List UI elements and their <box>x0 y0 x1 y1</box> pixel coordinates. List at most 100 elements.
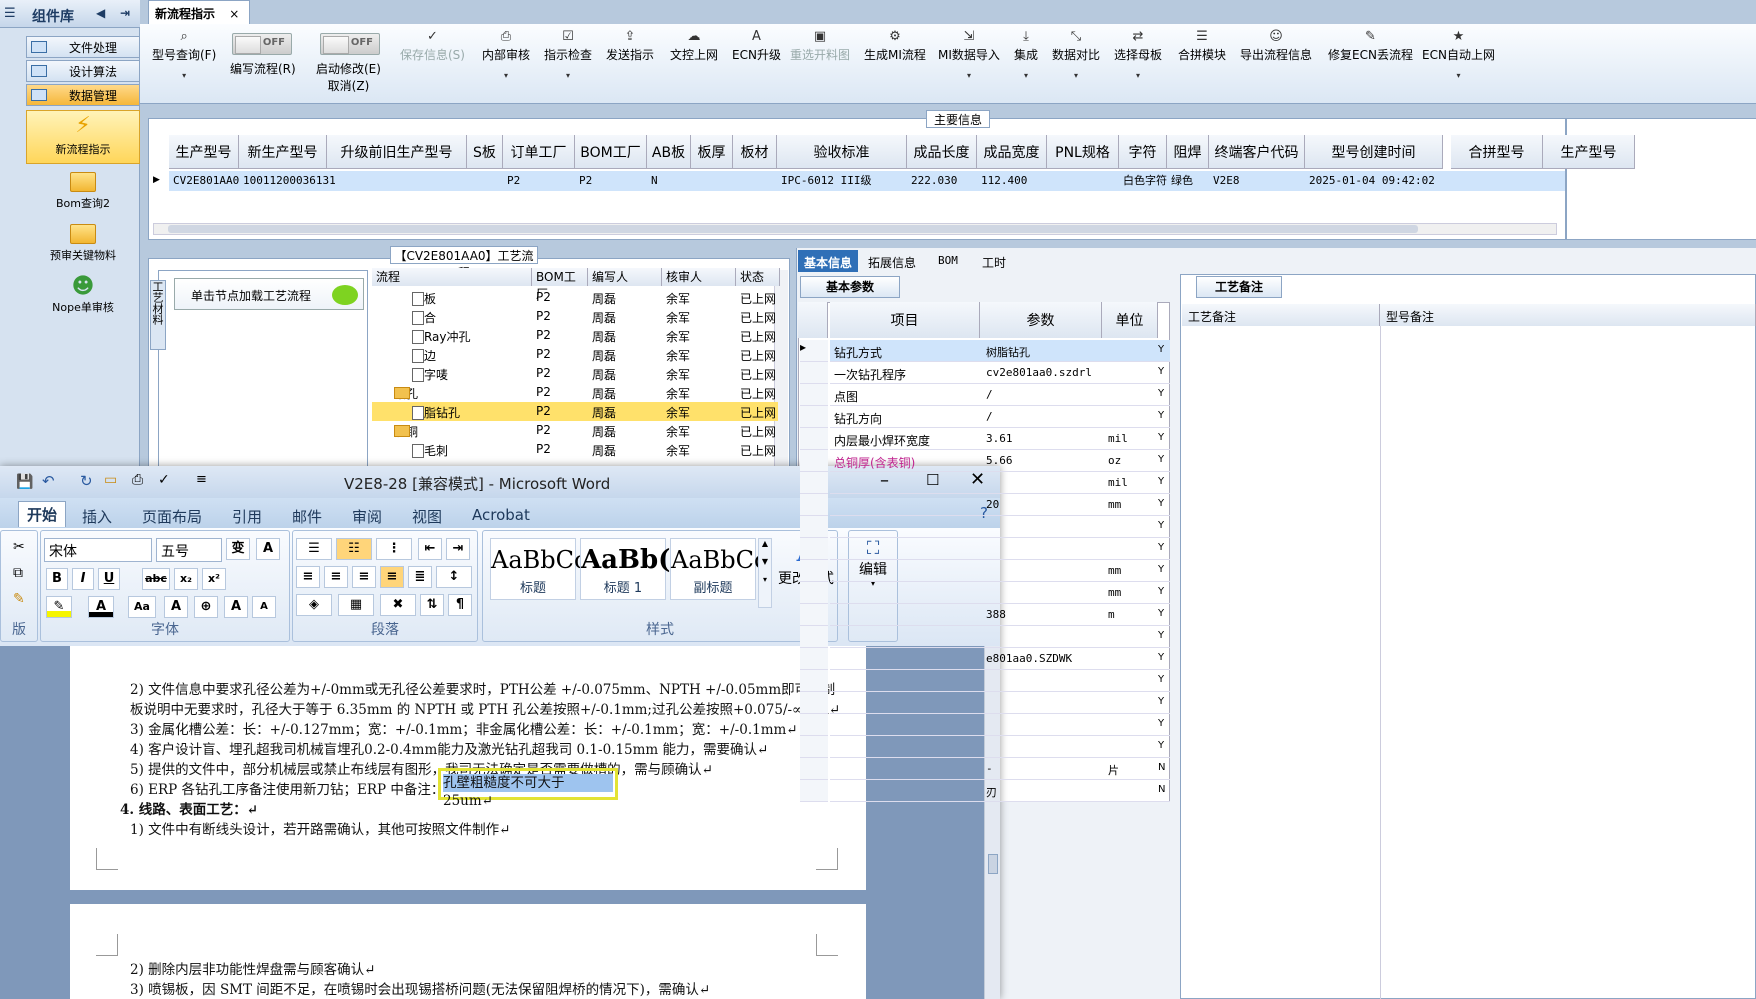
superscript-button[interactable]: x² <box>202 568 226 590</box>
table-cell[interactable] <box>691 171 733 191</box>
tab-hours[interactable]: 工时 <box>976 250 1012 272</box>
redo-icon[interactable]: ↻ <box>80 472 93 490</box>
side-vertical-tab[interactable]: 工艺材料 <box>150 280 166 350</box>
decrease-indent-icon[interactable]: ⇤ <box>418 538 442 560</box>
row-header-cell[interactable] <box>800 428 828 450</box>
chinese-layout-icon[interactable]: ✖ <box>380 594 416 616</box>
clear-format-icon[interactable]: A <box>256 538 280 560</box>
table-cell[interactable]: IPC-6012 III级 <box>777 171 907 191</box>
table-cell[interactable] <box>467 171 503 191</box>
style-title[interactable]: AaBbCc 标题 <box>490 538 587 600</box>
grow-font-icon[interactable]: A <box>224 596 248 618</box>
format-painter-icon[interactable]: ✎ <box>13 591 25 607</box>
column-header[interactable]: 型号创建时间 <box>1305 135 1443 169</box>
row-header-cell[interactable] <box>800 780 828 802</box>
row-header-cell[interactable] <box>800 450 828 472</box>
table-cell[interactable]: P2 <box>575 171 647 191</box>
library-item-new-flow[interactable]: ⚡ 新流程指示 <box>26 110 140 164</box>
save-icon[interactable]: 💾 <box>16 474 33 490</box>
column-header[interactable]: 合拼型号 <box>1451 135 1543 169</box>
tab-references[interactable]: 引用 <box>232 506 262 527</box>
tree-row[interactable]: 沉铜 P2 周磊 余军 已上网 <box>372 421 778 440</box>
tab-mailings[interactable]: 邮件 <box>292 506 322 527</box>
param-row[interactable]: mm Y <box>830 582 1170 604</box>
param-row[interactable]: e801aa0.SZDWK Y <box>830 648 1170 670</box>
column-header[interactable]: 订单工厂 <box>503 135 575 169</box>
style-subtitle[interactable]: AaBbCc 副标题 <box>670 538 767 600</box>
font-size-select[interactable]: 五号 <box>156 538 222 562</box>
borders-icon[interactable]: ▦ <box>338 594 374 616</box>
param-row[interactable]: 总铜厚(含表铜) 5.66 oz Y <box>830 450 1170 472</box>
param-row[interactable]: Y <box>830 516 1170 538</box>
row-header-cell[interactable] <box>800 538 828 560</box>
row-header-cell[interactable] <box>800 582 828 604</box>
param-row[interactable]: mm Y <box>830 560 1170 582</box>
table-cell[interactable] <box>733 171 777 191</box>
collapse-arrow-icon[interactable]: ◀ <box>96 6 105 20</box>
edit-flow-toggle[interactable]: OFF <box>232 33 292 55</box>
font-color-icon[interactable]: A <box>88 596 114 618</box>
tree-column-header[interactable]: 编写人 <box>588 268 662 286</box>
row-header-cell[interactable] <box>800 736 828 758</box>
table-cell[interactable] <box>1047 171 1119 191</box>
tree-row[interactable]: X-Ray冲孔 P2 周磊 余军 已上网 <box>372 326 778 345</box>
export-flow-info-button[interactable]: ☺ 导出流程信息 <box>1240 30 1312 63</box>
table-cell[interactable]: 2025-01-04 09:42:02 <box>1305 171 1443 191</box>
column-header[interactable]: 升级前旧生产型号 <box>327 135 467 169</box>
style-heading1[interactable]: AaBb(标题 1 <box>580 538 670 600</box>
italic-button[interactable]: I <box>72 568 94 590</box>
row-header-cell[interactable]: ▸ <box>800 340 828 362</box>
customize-qat-icon[interactable]: ≡ <box>196 472 207 487</box>
column-header[interactable]: 板厚 <box>691 135 733 169</box>
justify-icon[interactable]: ≡ <box>380 566 404 588</box>
ecn-upgrade-button[interactable]: A ECN升级 <box>732 30 781 63</box>
font-name-select[interactable]: 宋体 <box>44 538 152 562</box>
param-row[interactable]: 一次钻孔程序 cv2e801aa0.szdrl Y <box>830 362 1170 384</box>
column-header[interactable]: 成品长度 <box>907 135 977 169</box>
row-header-cell[interactable] <box>800 516 828 538</box>
table-cell[interactable]: 绿色 <box>1167 171 1209 191</box>
column-header[interactable]: 生产型号 <box>1543 135 1635 169</box>
scroll-thumb[interactable] <box>988 854 998 874</box>
mi-data-import-button[interactable]: ⇲ MI数据导入 ▾ <box>938 30 1000 81</box>
tab-page-layout[interactable]: 页面布局 <box>142 506 202 527</box>
tab-bom[interactable]: BOM <box>932 250 964 272</box>
highlight-color-icon[interactable]: ✎ <box>46 596 72 618</box>
tree-row[interactable]: 钻孔 P2 周磊 余军 已上网 <box>372 383 778 402</box>
row-header-cell[interactable] <box>800 560 828 582</box>
row-header-cell[interactable] <box>800 384 828 406</box>
column-header[interactable]: PNL规格 <box>1047 135 1119 169</box>
param-row[interactable]: 钻孔方式 树脂钻孔 Y <box>830 340 1170 362</box>
library-item-bom[interactable]: Bom查询2 <box>26 172 140 211</box>
library-btn-data[interactable]: 数据管理 <box>26 84 140 106</box>
column-header[interactable]: 生产型号 <box>169 135 239 169</box>
show-marks-icon[interactable]: ¶ <box>448 594 472 616</box>
param-row[interactable]: -片N <box>830 758 1170 780</box>
param-row[interactable]: 钻孔方向 / Y <box>830 406 1170 428</box>
table-cell[interactable] <box>327 171 467 191</box>
tree-column-header[interactable]: BOM工厂 <box>532 268 588 301</box>
style-gallery-scroll[interactable]: ▲ ▼ ▾ <box>758 538 772 608</box>
multilevel-list-icon[interactable]: ⋮ <box>376 538 412 560</box>
integrate-button[interactable]: ⤓ 集成 ▾ <box>1014 30 1038 81</box>
tree-column-header[interactable]: 流程 <box>372 268 532 286</box>
library-item-precheck[interactable]: 预审关键物料 <box>26 224 140 263</box>
internal-review-button[interactable]: ⎙ 内部审核 ▾ <box>482 30 530 81</box>
align-center-icon[interactable]: ≡ <box>324 566 348 588</box>
align-left-icon[interactable]: ≡ <box>296 566 320 588</box>
reselect-cut-button[interactable]: ▣ 重选开料图 <box>790 30 850 63</box>
tree-row[interactable]: 排板 P2 周磊 余军 已上网 <box>372 288 778 307</box>
tab-view[interactable]: 视图 <box>412 506 442 527</box>
table-cell[interactable]: 112.400 <box>977 171 1047 191</box>
row-header-cell[interactable] <box>800 670 828 692</box>
numbering-icon[interactable]: ☷ <box>336 538 372 560</box>
param-row[interactable]: mil Y <box>830 472 1170 494</box>
param-row[interactable]: 刃N <box>830 780 1170 802</box>
spellcheck-icon[interactable]: ✓ <box>158 472 170 488</box>
param-row[interactable]: 388 m Y <box>830 604 1170 626</box>
menu-icon[interactable]: ☰ <box>4 6 16 21</box>
param-row[interactable]: Y <box>830 736 1170 758</box>
row-header-cell[interactable] <box>800 472 828 494</box>
row-header-cell[interactable] <box>800 604 828 626</box>
row-header-cell[interactable] <box>800 406 828 428</box>
